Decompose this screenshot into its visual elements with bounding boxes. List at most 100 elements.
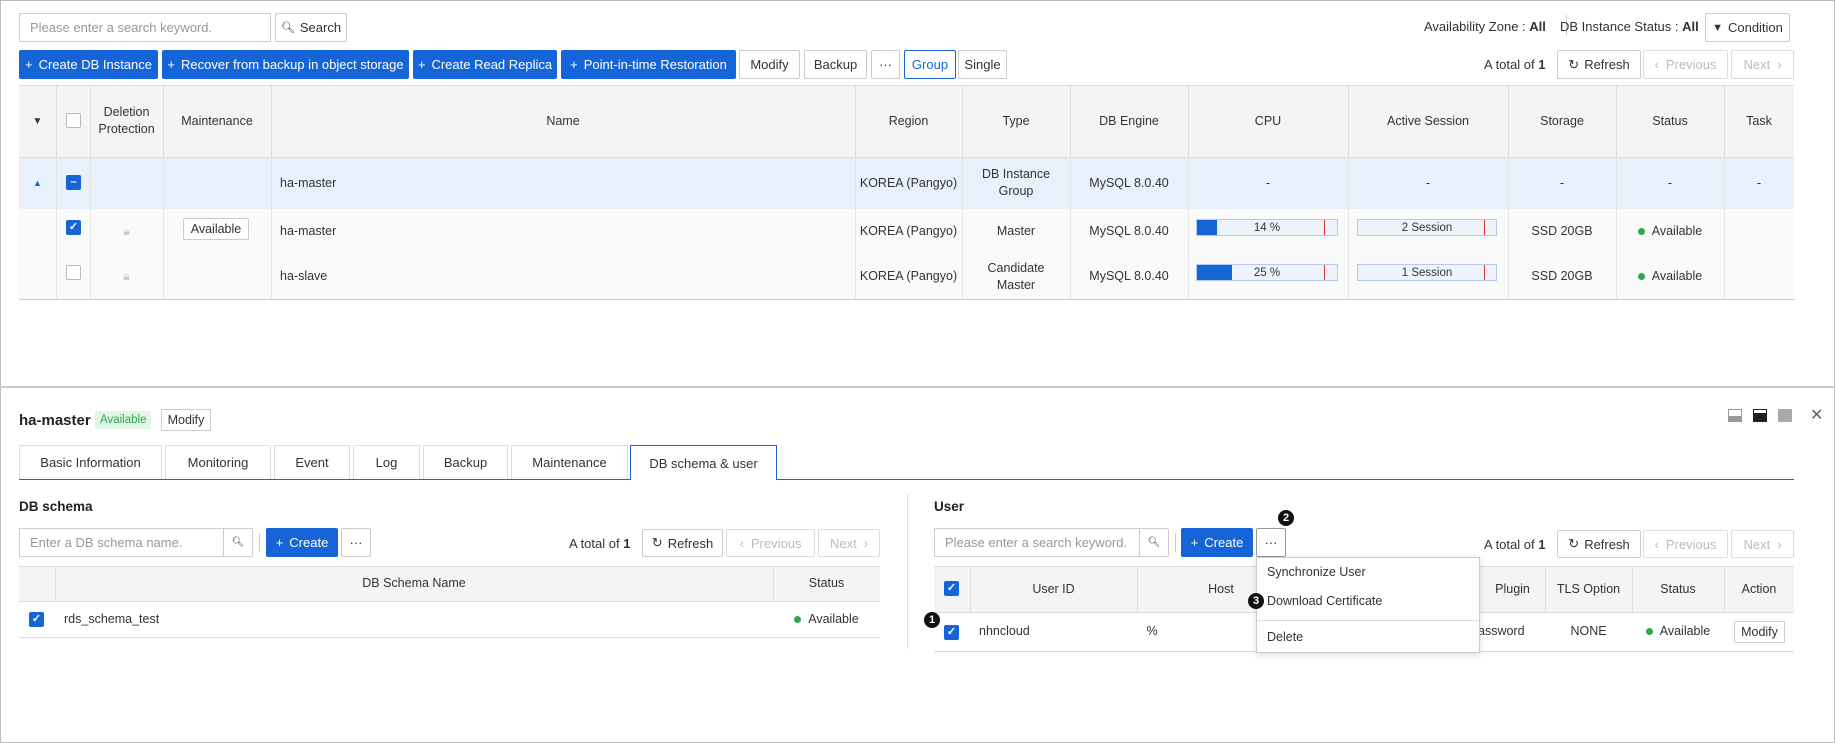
user-refresh-button[interactable]: ↻ Refresh <box>1557 530 1641 558</box>
tab-db-schema-user[interactable]: DB schema & user <box>630 445 777 480</box>
header-type: Type <box>1002 113 1030 128</box>
instance-search-input[interactable]: Please enter a search keyword. <box>19 13 271 42</box>
collapse-group-toggle[interactable]: ▲ <box>19 157 56 209</box>
plus-icon: + <box>570 57 578 72</box>
user-create-button[interactable]: + Create <box>1181 528 1253 557</box>
tab-event[interactable]: Event <box>274 445 350 479</box>
panel-splitter[interactable] <box>0 386 1835 388</box>
group-row-status: - <box>1667 175 1673 190</box>
point-in-time-restoration-button[interactable]: + Point-in-time Restoration <box>561 50 736 79</box>
detail-status-badge: Available <box>95 411 152 429</box>
user-search-input[interactable]: Please enter a search keyword. <box>934 528 1140 557</box>
refresh-label: Refresh <box>667 535 714 551</box>
row-checkbox[interactable]: ✓ <box>66 220 81 235</box>
header-tls-option: TLS Option <box>1556 581 1621 596</box>
db-schema-row-checkbox[interactable]: ✓ <box>29 612 44 627</box>
group-row-task: - <box>1756 175 1762 190</box>
modify-button[interactable]: Modify <box>739 50 800 79</box>
toolbar-divider <box>259 533 260 552</box>
menu-item-download-certificate[interactable]: Download Certificate <box>1267 594 1382 608</box>
user-status: Available <box>1632 612 1724 651</box>
db-status-filter[interactable]: DB Instance Status : All <box>1560 19 1699 34</box>
plus-icon: + <box>1190 535 1199 550</box>
create-read-replica-button[interactable]: + Create Read Replica <box>413 50 557 79</box>
single-view-button[interactable]: Single <box>958 50 1007 79</box>
header-user-status: Status <box>1660 581 1696 596</box>
detail-modify-button[interactable]: Modify <box>161 409 211 431</box>
user-select-all-checkbox[interactable]: ✓ <box>944 581 959 596</box>
user-id[interactable]: nhncloud <box>979 612 1129 651</box>
more-actions-button[interactable]: ··· <box>871 50 900 79</box>
previous-label: Previous <box>1665 57 1717 72</box>
db-schema-search-input[interactable]: Enter a DB schema name. <box>19 528 224 557</box>
refresh-icon: ↻ <box>1568 536 1580 551</box>
menu-item-delete[interactable]: Delete <box>1267 630 1303 644</box>
instance-name[interactable]: ha-slave <box>280 254 850 299</box>
previous-page-button[interactable]: ‹ Previous <box>1643 50 1728 79</box>
header-storage: Storage <box>1540 113 1584 128</box>
user-next-button[interactable]: Next › <box>1731 530 1794 558</box>
user-host: % <box>1146 624 1158 638</box>
menu-item-synchronize-user[interactable]: Synchronize User <box>1267 565 1366 579</box>
col-sep <box>56 85 57 157</box>
layout-top-icon[interactable] <box>1728 409 1742 422</box>
db-schema-next-button[interactable]: Next › <box>818 529 880 557</box>
group-view-button[interactable]: Group <box>904 50 956 79</box>
group-row-name[interactable]: ha-master <box>280 157 850 209</box>
backup-button[interactable]: Backup <box>804 50 867 79</box>
condition-button[interactable]: ▼ Condition <box>1705 13 1790 42</box>
total-prefix: A total of <box>569 536 620 551</box>
row-checkbox[interactable] <box>66 265 81 280</box>
expand-all-toggle[interactable]: ▼ <box>19 85 56 157</box>
instance-name[interactable]: ha-master <box>280 209 850 254</box>
create-db-instance-button[interactable]: + Create DB Instance <box>19 50 158 79</box>
instance-engine: MySQL 8.0.40 <box>1089 269 1169 283</box>
group-row-checkbox[interactable]: – <box>66 175 81 190</box>
layout-half-icon[interactable] <box>1753 409 1767 422</box>
tab-basic-information[interactable]: Basic Information <box>19 445 162 479</box>
db-schema-name[interactable]: rds_schema_test <box>64 601 564 637</box>
maintenance-button[interactable]: Available <box>183 218 249 240</box>
total-prefix: A total of <box>1484 57 1535 72</box>
recover-backup-button[interactable]: + Recover from backup in object storage <box>162 50 409 79</box>
chevron-right-icon: › <box>863 535 869 551</box>
status-dot-icon <box>1637 273 1645 280</box>
header-maintenance: Maintenance <box>181 113 253 128</box>
user-row-checkbox[interactable]: ✓ <box>944 625 959 640</box>
user-total-count: A total of 1 <box>1484 537 1545 552</box>
tab-monitoring[interactable]: Monitoring <box>165 445 271 479</box>
total-count-value: 1 <box>1538 537 1546 552</box>
close-icon[interactable]: ✕ <box>1810 405 1823 425</box>
instance-status-text: Available <box>1651 269 1703 283</box>
status-dot-icon <box>1637 228 1645 235</box>
db-schema-previous-button[interactable]: ‹ Previous <box>726 529 815 557</box>
tab-maintenance[interactable]: Maintenance <box>511 445 628 479</box>
az-filter[interactable]: Availability Zone : All <box>1424 19 1546 34</box>
refresh-button[interactable]: ↻ Refresh <box>1557 50 1641 79</box>
db-schema-create-button[interactable]: + Create <box>266 528 338 557</box>
select-all-checkbox[interactable] <box>66 113 81 128</box>
lock-icon: 🔒︎ <box>123 224 130 238</box>
plus-icon: + <box>24 57 33 72</box>
instance-storage: SSD 20GB <box>1531 224 1593 238</box>
search-button[interactable]: 🔍︎ Search <box>275 13 347 42</box>
chevron-right-icon: › <box>1777 57 1782 72</box>
col-sep <box>56 157 57 299</box>
layout-full-icon[interactable] <box>1778 409 1792 422</box>
user-previous-button[interactable]: ‹ Previous <box>1643 530 1728 558</box>
db-schema-status-text: Available <box>808 611 859 626</box>
db-schema-more-button[interactable]: ··· <box>341 528 371 557</box>
next-label: Next <box>829 535 857 551</box>
user-more-button[interactable]: ··· <box>1256 528 1286 557</box>
next-page-button[interactable]: Next › <box>1731 50 1794 79</box>
db-schema-refresh-button[interactable]: ↻ Refresh <box>642 529 723 557</box>
tab-log[interactable]: Log <box>353 445 420 479</box>
col-sep <box>271 157 272 299</box>
user-search-button[interactable]: 🔍︎ <box>1139 528 1169 557</box>
tab-backup[interactable]: Backup <box>423 445 508 479</box>
user-modify-button[interactable]: Modify <box>1734 621 1785 643</box>
header-region: Region <box>888 113 929 128</box>
header-deletion-protection: Deletion Protection <box>98 105 155 136</box>
db-schema-search-button[interactable]: 🔍︎ <box>223 528 253 557</box>
db-status-filter-value: All <box>1682 19 1699 34</box>
